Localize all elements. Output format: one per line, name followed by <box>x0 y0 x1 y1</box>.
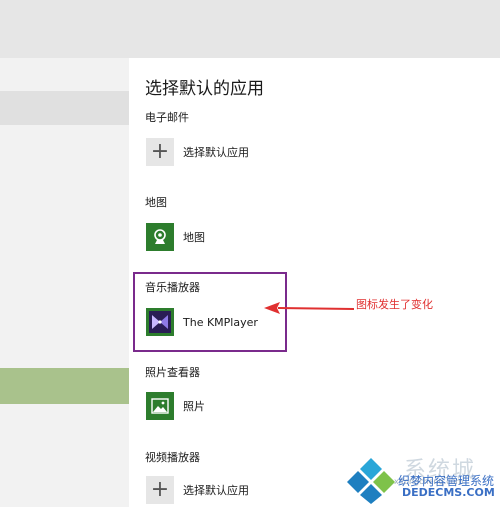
watermark: 系统城 xitongcheng.com 织梦内容管理系统 DEDECMS.COM <box>346 452 500 507</box>
watermark-logo-icon <box>347 458 395 504</box>
title-bar <box>0 0 500 58</box>
category-photos-label: 照片查看器 <box>145 366 200 379</box>
category-email-label: 电子邮件 <box>145 111 189 124</box>
page-title: 选择默认的应用 <box>145 79 264 99</box>
maps-app-button[interactable]: 地图 <box>146 223 205 251</box>
photos-app-button[interactable]: 照片 <box>146 392 205 420</box>
settings-sidebar <box>0 58 129 507</box>
category-maps-label: 地图 <box>145 196 167 209</box>
maps-app-label: 地图 <box>183 231 205 244</box>
annotation-arrow-icon <box>264 302 355 314</box>
email-app-label: 选择默认应用 <box>183 146 249 159</box>
video-app-button[interactable]: + 选择默认应用 <box>146 476 249 504</box>
watermark-domain: DEDECMS.COM <box>402 486 495 499</box>
category-video-label: 视频播放器 <box>145 451 200 464</box>
plus-icon: + <box>146 138 174 166</box>
photos-app-label: 照片 <box>183 400 205 413</box>
photos-icon <box>146 392 174 420</box>
annotation-text: 图标发生了变化 <box>356 298 433 311</box>
maps-icon <box>146 223 174 251</box>
plus-icon: + <box>146 476 174 504</box>
sidebar-item-selected[interactable] <box>0 368 129 404</box>
video-app-label: 选择默认应用 <box>183 484 249 497</box>
email-app-button[interactable]: + 选择默认应用 <box>146 138 249 166</box>
sidebar-item[interactable] <box>0 91 129 125</box>
